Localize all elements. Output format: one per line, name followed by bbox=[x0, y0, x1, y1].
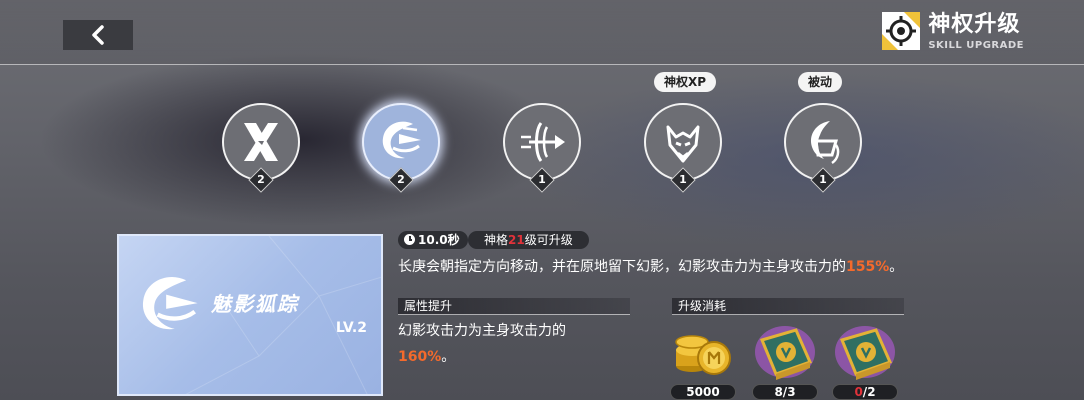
cost-item-skill-book-1[interactable]: 8/3 bbox=[752, 322, 818, 400]
skill-level-badge: 1 bbox=[810, 167, 836, 193]
back-button[interactable] bbox=[63, 20, 133, 50]
gold-count: 5000 bbox=[670, 384, 736, 400]
description-value: 155% bbox=[846, 259, 890, 275]
attribute-value: 160% bbox=[398, 349, 442, 365]
skill-level-badge: 2 bbox=[388, 167, 414, 193]
x-mark-icon bbox=[244, 123, 278, 161]
skill-slot-2-selected[interactable]: 2 bbox=[362, 103, 440, 193]
skill-slot-1[interactable]: 2 bbox=[222, 103, 300, 193]
requirement-level: 21 bbox=[508, 233, 525, 247]
phantom-fox-icon bbox=[142, 276, 198, 330]
skill-level: LV.2 bbox=[335, 320, 367, 336]
gold-coins-icon bbox=[675, 335, 731, 375]
beast-head-icon bbox=[666, 125, 700, 163]
skill-detail-card: 魅影狐踪 LV.2 bbox=[117, 234, 383, 396]
skill-level-badge: 2 bbox=[248, 167, 274, 193]
attribute-text: 幻影攻击力为主身攻击力的 160%。 bbox=[398, 323, 566, 365]
skill-book-count: 8/3 bbox=[752, 384, 818, 400]
skill-slot-4-xp[interactable]: 1 bbox=[644, 103, 722, 193]
skill-level-badge: 1 bbox=[670, 167, 696, 193]
phantom-fox-icon bbox=[382, 121, 421, 159]
arrow-dash-icon bbox=[521, 122, 565, 162]
skill-tag-xp: 神权XP bbox=[654, 72, 717, 92]
skill-slot-3[interactable]: 1 bbox=[503, 103, 581, 193]
crescent-mask-icon bbox=[810, 121, 840, 165]
upgrade-cost-heading: 升级消耗 bbox=[672, 298, 904, 315]
clock-icon bbox=[404, 234, 415, 245]
upgrade-requirement-pill: 神格21级可升级 bbox=[468, 231, 589, 249]
cost-item-gold[interactable]: 5000 bbox=[670, 322, 736, 400]
attribute-heading: 属性提升 bbox=[398, 298, 630, 315]
page-subtitle: SKILL UPGRADE bbox=[928, 40, 1024, 51]
cost-item-skill-book-2[interactable]: 0/2 bbox=[832, 322, 898, 400]
cooldown-pill: 10.0秒 bbox=[398, 231, 468, 249]
skill-upgrade-logo-icon bbox=[882, 12, 921, 50]
cooldown-text: 10.0秒 bbox=[418, 233, 460, 247]
page-header: 神权升级 SKILL UPGRADE bbox=[882, 12, 1024, 52]
skill-book-icon bbox=[835, 326, 895, 380]
skill-tag-passive: 被动 bbox=[798, 72, 843, 92]
skill-description: 长庚会朝指定方向移动，并在原地留下幻影，幻影攻击力为主身攻击力的155%。 bbox=[398, 259, 904, 275]
page-title: 神权升级 bbox=[928, 12, 1021, 37]
skill-book-count-insufficient: 0/2 bbox=[832, 384, 898, 400]
skill-name: 魅影狐踪 bbox=[211, 292, 299, 316]
skill-level-badge: 1 bbox=[529, 167, 555, 193]
skill-slot-5-passive[interactable]: 1 bbox=[784, 103, 862, 193]
chevron-left-icon bbox=[92, 25, 104, 45]
skill-book-icon bbox=[755, 326, 815, 380]
